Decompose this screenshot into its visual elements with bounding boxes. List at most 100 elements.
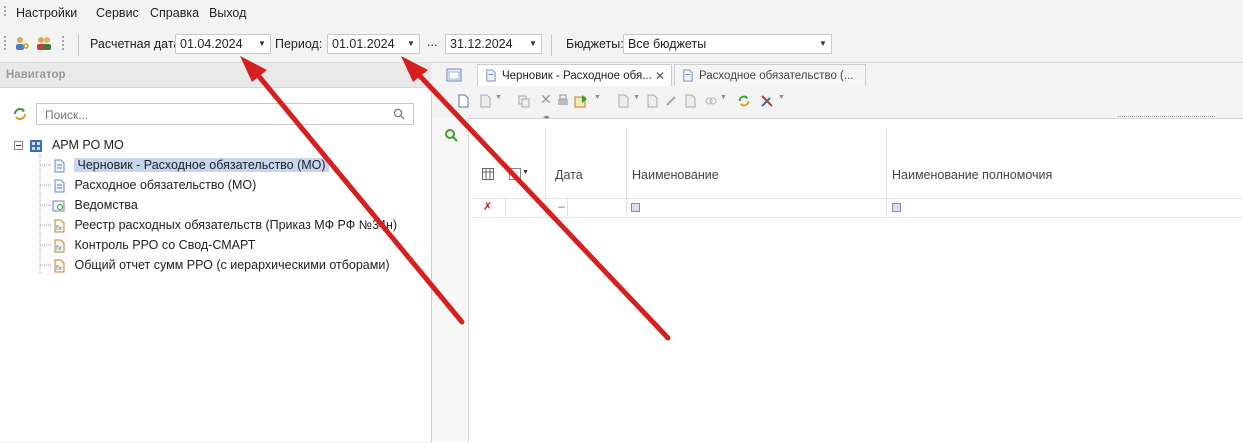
calc-date-combo[interactable]: 01.04.2024 ▼ [175,34,271,54]
document-copy-icon[interactable] [683,94,697,108]
main-toolbar: Расчетная дата: 01.04.2024 ▼ Период: 01.… [0,24,1243,63]
link-icon[interactable] [704,94,718,108]
lookup-icon [52,200,65,212]
import-icon[interactable] [574,94,588,108]
folder-grid-icon [30,139,43,152]
tree-item-control[interactable]: fx Контроль РРО со Свод-СМАРТ [52,236,255,254]
refresh-icon[interactable] [12,106,28,122]
column-date-header[interactable]: Дата [555,168,583,182]
users-icon[interactable] [36,35,52,51]
tree-item-draft[interactable]: Черновик - Расходное обязательство (МО) [52,156,329,174]
menu-grip[interactable] [4,6,6,18]
pin-filter-icon[interactable]: ✗ [483,200,492,213]
window-list-icon[interactable] [446,68,462,82]
document-action-icon[interactable] [616,94,630,108]
column-name-header[interactable]: Наименование [632,168,719,182]
search-icon[interactable] [444,128,458,142]
tree-item-label: Общий отчет сумм РРО (с иерархическими о… [74,258,390,272]
period-from-combo[interactable]: 01.01.2024 ▼ [327,34,420,54]
chevron-down-icon[interactable]: ▼ [778,94,785,101]
tab-label: Расходное обязательство (... [699,70,854,82]
tree-root[interactable]: АРМ РО МО [14,136,124,154]
close-icon[interactable]: ✕ [655,65,665,87]
menu-help[interactable]: Справка [150,6,199,20]
column-authority-header[interactable]: Наименование полномочия [892,168,1052,182]
budgets-value: Все бюджеты [628,37,707,51]
chevron-down-icon[interactable]: ▼ [525,35,541,53]
column-divider [505,198,506,216]
column-chooser-icon[interactable] [482,168,494,180]
document-icon [54,159,65,173]
navigator-search-box[interactable] [36,103,414,125]
separator [551,34,552,56]
chevron-down-icon[interactable]: ▼ [633,94,640,101]
tree-item-label: Черновик - Расходное обязательство (МО) [74,158,329,172]
document-edit-icon[interactable] [645,94,659,108]
tree-item-registry[interactable]: fx Реестр расходных обязательств (Приказ… [52,216,397,234]
name-filter-operator-icon[interactable] [631,203,640,212]
collapse-icon[interactable] [14,141,23,151]
tab-draft[interactable]: Черновик - Расходное обя... ✕ [477,64,672,86]
authority-filter-operator-icon[interactable] [892,203,901,212]
period-from-value: 01.01.2024 [332,37,395,51]
navigator-search-input[interactable] [43,105,387,125]
user-key-icon[interactable] [14,35,30,51]
chevron-down-icon[interactable]: ▼ [720,94,727,101]
period-to-value: 31.12.2024 [450,37,513,51]
period-label: Период: [275,37,323,51]
refresh-icon[interactable] [737,94,751,108]
svg-text:fx: fx [56,225,62,232]
copy-icon[interactable] [517,94,531,108]
search-icon[interactable] [393,108,405,120]
budgets-label: Бюджеты: [566,37,624,51]
period-ellipsis-button[interactable]: ... [427,35,437,49]
separator [78,34,79,56]
chevron-down-icon[interactable]: ▼ [495,94,502,101]
filter-row [472,198,1243,218]
report-icon: fx [54,259,65,273]
toolbar-grip[interactable] [4,36,6,50]
tree-item-departments[interactable]: Ведомства [52,196,138,214]
tab-obligation[interactable]: Расходное обязательство (... [674,64,866,86]
tab-label: Черновик - Расходное обя... [502,70,652,82]
budgets-combo[interactable]: Все бюджеты ▼ [623,34,832,54]
print-icon[interactable] [556,94,570,108]
document-icon [486,69,496,82]
tree-item-label: Расходное обязательство (МО) [74,178,257,192]
tools-icon[interactable] [760,94,774,108]
chevron-down-icon[interactable]: ▼ [594,94,601,101]
navigator-header: Навигатор [0,63,431,88]
chevron-down-icon[interactable]: ▼ [522,169,529,176]
chevron-down-icon[interactable]: ▼ [815,35,831,53]
navigator-title: Навигатор [6,69,66,81]
tree-item-label: Ведомства [74,198,138,212]
menu-service[interactable]: Сервис [96,6,139,20]
calc-date-label: Расчетная дата: [90,37,184,51]
document-icon [683,69,693,82]
pin-icon[interactable] [664,94,678,108]
delete-icon[interactable]: ✕ [540,91,552,108]
data-grid [432,118,1243,443]
menu-settings[interactable]: Настройки [16,6,77,20]
chevron-down-icon[interactable]: ▼ [254,35,270,53]
group-panel-indicator [1118,116,1215,118]
tree-item-summary[interactable]: fx Общий отчет сумм РРО (с иерархическим… [52,256,390,274]
tree-item-obligation[interactable]: Расходное обязательство (МО) [52,176,256,194]
calc-date-value: 01.04.2024 [180,37,243,51]
toolbar-grip-2[interactable] [62,36,64,50]
date-filter-operator[interactable]: – [558,199,565,213]
chevron-down-icon[interactable]: ▼ [403,35,419,53]
edit-document-icon[interactable] [478,94,492,108]
document-icon [54,179,65,193]
grid-side-strip [432,118,469,442]
column-divider [567,198,568,216]
select-all-checkbox[interactable] [509,168,521,180]
tree-item-label: Контроль РРО со Свод-СМАРТ [74,238,256,252]
new-document-icon[interactable] [456,94,470,108]
report-icon: fx [54,239,65,253]
menu-exit[interactable]: Выход [209,6,246,20]
svg-text:fx: fx [56,265,62,272]
tree-root-label: АРМ РО МО [51,138,124,152]
column-resize-icon[interactable]: ◂▸ [543,113,550,121]
period-to-combo[interactable]: 31.12.2024 ▼ [445,34,542,54]
